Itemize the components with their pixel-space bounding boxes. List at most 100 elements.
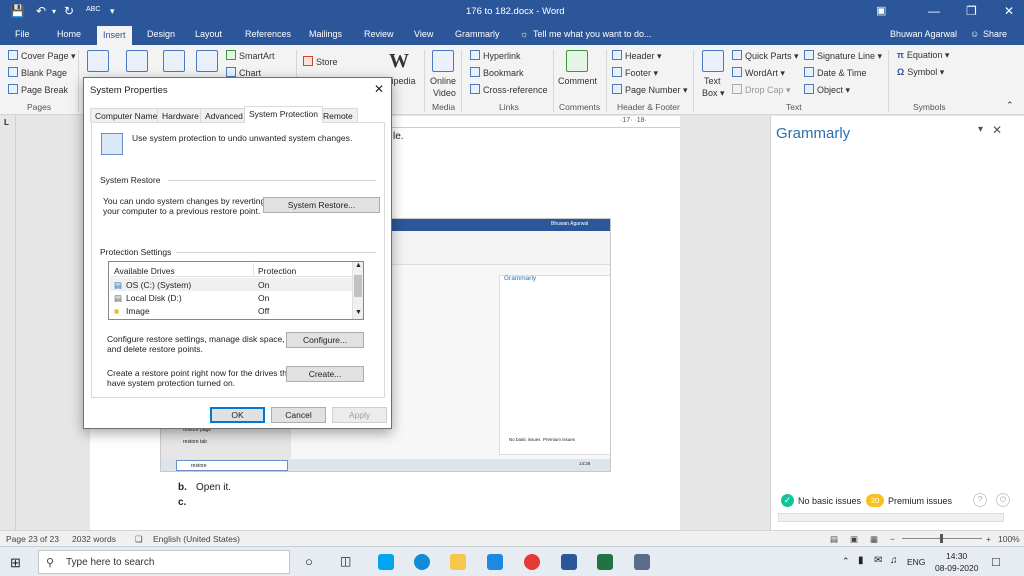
collapse-ribbon-icon[interactable]: ⌃ [1006, 100, 1014, 111]
scroll-down-icon[interactable]: ▼ [355, 309, 362, 316]
drives-list-scrollbar[interactable]: ▲ ▼ [352, 262, 363, 319]
wikipedia-icon[interactable]: W [389, 50, 409, 73]
mail-icon[interactable] [378, 554, 394, 570]
wordart-button[interactable]: WordArt ▾ [732, 67, 785, 79]
chrome-icon[interactable] [524, 554, 540, 570]
undo-dropdown-icon[interactable]: ▾ [52, 7, 56, 16]
blank-page-button[interactable]: Blank Page [8, 67, 67, 78]
excel-icon[interactable] [597, 554, 613, 570]
clock-date[interactable]: 08-09-2020 [935, 563, 978, 573]
configure-button[interactable]: Configure... [286, 332, 364, 348]
tab-layout[interactable]: Layout [195, 29, 222, 39]
online-video-label-1[interactable]: Online [430, 76, 456, 86]
input-language[interactable]: ENG [907, 557, 925, 567]
quick-parts-button[interactable]: Quick Parts ▾ [732, 50, 799, 62]
search-placeholder[interactable]: Type here to search [66, 557, 154, 568]
battery-icon[interactable]: ▮ [858, 555, 864, 566]
online-video-icon[interactable] [432, 50, 454, 72]
text-box-icon[interactable] [702, 50, 724, 72]
photos-icon[interactable] [487, 554, 503, 570]
word-icon[interactable] [561, 554, 577, 570]
tab-references[interactable]: References [245, 29, 291, 39]
shapes-icon[interactable] [196, 50, 218, 72]
restore-icon[interactable]: ❐ [966, 4, 977, 18]
ribbon-display-icon[interactable]: ▣ [876, 4, 886, 17]
drive-row-image[interactable]: ■ Image Off [110, 304, 352, 317]
drives-list[interactable]: Available Drives Protection ▤ OS (C:) (S… [108, 261, 364, 320]
tab-hardware[interactable]: Hardware [157, 108, 204, 122]
zoom-level[interactable]: 100% [998, 534, 1020, 544]
table-icon[interactable] [87, 50, 109, 72]
premium-issues-label[interactable]: Premium issues [888, 496, 952, 506]
store-button[interactable]: Store [303, 56, 338, 67]
cancel-button[interactable]: Cancel [271, 407, 326, 423]
online-pictures-icon[interactable] [163, 50, 185, 72]
edge-icon[interactable] [414, 554, 430, 570]
tab-selector-icon[interactable]: L [4, 118, 9, 127]
scrollbar-thumb[interactable] [354, 275, 362, 297]
pane-options-icon[interactable]: ▾ [978, 124, 983, 135]
word-count[interactable]: 2032 words [72, 534, 116, 544]
tab-design[interactable]: Design [147, 29, 175, 39]
scroll-up-icon[interactable]: ▲ [355, 262, 362, 269]
horizontal-scrollbar[interactable] [778, 513, 1004, 522]
equation-button[interactable]: π Equation ▾ [897, 50, 949, 61]
cortana-icon[interactable]: ○ [305, 554, 313, 569]
tab-review[interactable]: Review [364, 29, 394, 39]
web-layout-icon[interactable]: ▦ [870, 534, 878, 545]
share-button[interactable]: Share [983, 29, 1007, 39]
drop-cap-button[interactable]: Drop Cap ▾ [732, 84, 791, 96]
page-number-button[interactable]: Page Number ▾ [612, 84, 688, 96]
tell-me-box[interactable]: Tell me what you want to do... [533, 29, 652, 39]
tab-computer-name[interactable]: Computer Name [90, 108, 163, 122]
undo-icon[interactable]: ↶ [36, 4, 46, 18]
page-break-button[interactable]: Page Break [8, 84, 68, 95]
tab-file[interactable]: File [15, 29, 30, 39]
online-video-label-2[interactable]: Video [433, 88, 456, 98]
zoom-slider-thumb[interactable] [940, 534, 943, 543]
column-available-drives[interactable]: Available Drives [114, 266, 175, 276]
redo-icon[interactable]: ↻ [64, 4, 74, 18]
dialog-close-icon[interactable]: ✕ [374, 82, 384, 96]
print-layout-icon[interactable]: ▣ [850, 534, 858, 545]
qat-customize-icon[interactable]: ▾ [110, 6, 115, 17]
symbol-button[interactable]: Ω Symbol ▾ [897, 67, 944, 78]
proofing-icon[interactable]: ❏ [135, 534, 143, 545]
tab-insert[interactable]: Insert [97, 26, 132, 45]
text-box-label-2[interactable]: Box ▾ [702, 88, 725, 99]
object-button[interactable]: Object ▾ [804, 84, 850, 96]
pictures-icon[interactable] [126, 50, 148, 72]
close-icon[interactable]: ✕ [1004, 4, 1014, 18]
header-button[interactable]: Header ▾ [612, 50, 662, 62]
comment-button[interactable]: Comment [558, 76, 597, 86]
spelling-icon[interactable]: ABC [86, 6, 100, 13]
tab-remote[interactable]: Remote [318, 108, 358, 122]
tab-advanced[interactable]: Advanced [200, 108, 248, 122]
read-mode-icon[interactable]: ▤ [830, 534, 838, 545]
zoom-out-icon[interactable]: − [890, 534, 895, 544]
bookmark-button[interactable]: Bookmark [470, 67, 524, 78]
drive-row-c[interactable]: ▤ OS (C:) (System) On [110, 278, 352, 291]
hyperlink-button[interactable]: Hyperlink [470, 50, 521, 61]
help-icon[interactable]: ? [973, 493, 987, 507]
notification-chevron-icon[interactable]: ⌃ [842, 556, 850, 567]
cover-page-button[interactable]: Cover Page ▾ [8, 50, 76, 62]
no-basic-issues-label[interactable]: No basic issues [798, 496, 861, 506]
action-center-icon[interactable]: □ [992, 554, 1000, 569]
tab-home[interactable]: Home [57, 29, 81, 39]
volume-icon[interactable]: ♫ [890, 555, 898, 566]
date-time-button[interactable]: Date & Time [804, 67, 867, 78]
save-icon[interactable]: 💾 [10, 4, 25, 18]
smartart-button[interactable]: SmartArt [226, 50, 275, 61]
clock-time[interactable]: 14:30 [946, 551, 967, 561]
task-view-icon[interactable]: ◫ [340, 554, 351, 568]
network-icon[interactable]: ✉ [874, 555, 882, 566]
language[interactable]: English (United States) [153, 534, 240, 544]
zoom-in-icon[interactable]: + [986, 534, 991, 544]
minimize-icon[interactable]: — [928, 4, 940, 18]
tab-view[interactable]: View [414, 29, 433, 39]
page-count[interactable]: Page 23 of 23 [6, 534, 59, 544]
create-button[interactable]: Create... [286, 366, 364, 382]
tab-grammarly[interactable]: Grammarly [455, 29, 500, 39]
column-protection[interactable]: Protection [258, 266, 296, 276]
